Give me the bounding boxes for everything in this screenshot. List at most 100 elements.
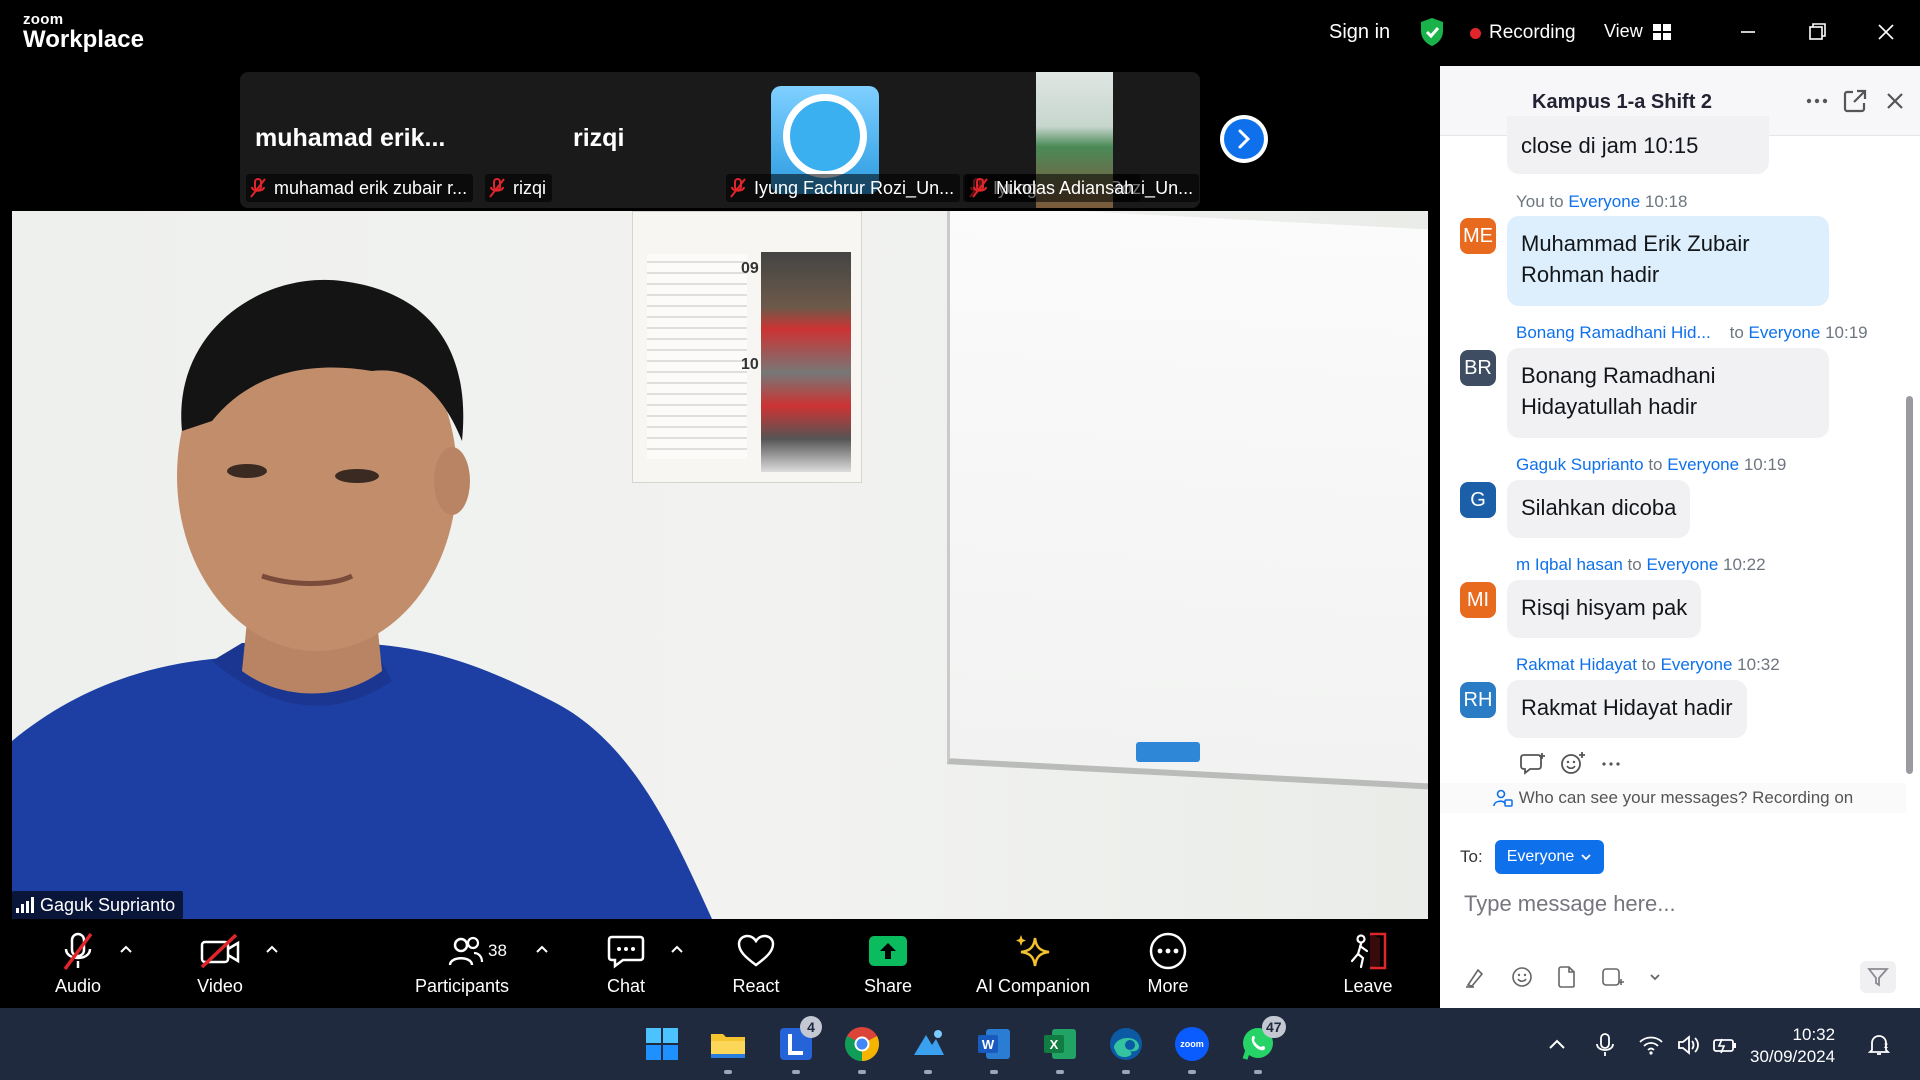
chevron-right-icon [1238,129,1251,149]
close-window-button[interactable] [1866,14,1906,50]
filmstrip-next-button[interactable] [1220,115,1268,163]
volume-icon[interactable] [1676,1032,1702,1058]
avatar[interactable]: BR [1460,350,1496,386]
participants-options-caret-icon[interactable] [534,943,550,955]
clock-time: 10:32 [1792,1025,1836,1044]
message-target[interactable]: Everyone [1568,192,1640,211]
audio-button[interactable]: Audio [50,929,106,997]
taskbar-excel[interactable]: X [1040,1024,1080,1074]
chat-message-bubble[interactable]: Bonang Ramadhani Hidayatullah hadir [1507,348,1829,438]
react-label: React [732,976,780,996]
privacy-text: Who can see your messages? Recording on [1518,788,1854,807]
video-button[interactable]: Video [192,929,248,997]
chat-message-text: Risqi hisyam pak [1521,595,1688,620]
message-sender[interactable]: Gaguk Suprianto [1516,455,1644,474]
chat-message-bubble[interactable]: Silahkan dicoba [1507,480,1691,538]
participants-button[interactable]: Participants [412,929,512,997]
chat-message-bubble[interactable]: close di jam 10:15 [1507,116,1769,174]
privacy-notice[interactable]: Who can see your messages? Recording on [1440,783,1906,813]
restore-button[interactable] [1797,14,1837,50]
participant-tile[interactable]: muhamad erik... muhamad erik zubair r... [240,72,485,208]
video-label: Video [197,976,243,996]
participant-caption: rizqi [485,174,553,202]
chat-message-bubble[interactable]: Risqi hisyam pak [1507,580,1702,638]
windows-logo-icon [646,1028,678,1060]
more-actions-icon[interactable] [1600,751,1622,775]
chat-message-bubble[interactable]: Rakmat Hidayat hadir [1507,680,1747,738]
taskbar-whatsapp[interactable]: 47 [1238,1016,1286,1074]
message-sender[interactable]: m Iqbal hasan [1516,555,1623,574]
grid-view-icon [1652,23,1671,40]
taskbar-zoom[interactable]: zoom [1172,1024,1212,1074]
taskbar-word[interactable]: W [974,1024,1014,1074]
logo-small-text: zoom [23,11,64,28]
chat-message-meta: m Iqbal hasan to Everyone 10:22 [1516,555,1766,575]
leave-button[interactable]: Leave [1340,929,1396,997]
view-button[interactable]: View [1604,21,1671,42]
minimize-button[interactable] [1728,14,1768,50]
battery-icon[interactable] [1712,1032,1738,1058]
audio-options-caret-icon[interactable] [118,943,134,955]
pop-out-icon[interactable] [1842,88,1868,114]
zoom-logo: zoom Workplace [23,12,144,52]
react-button[interactable]: React [726,929,786,997]
message-time: 10:19 [1743,455,1787,474]
wifi-icon[interactable] [1638,1032,1664,1058]
active-speaker-video[interactable]: 09 10 [12,211,1428,919]
taskbar-clock[interactable]: 10:32 30/09/2024 [1750,1024,1835,1068]
taskbar-photos[interactable] [908,1024,948,1074]
avatar[interactable]: MI [1460,582,1496,618]
message-sender[interactable]: Rakmat Hidayat [1516,655,1637,674]
participant-tile[interactable]: rizqi rizqi [485,72,725,208]
screenshot-icon[interactable] [1600,965,1626,989]
avatar[interactable]: G [1460,482,1496,518]
start-button[interactable] [642,1024,682,1064]
avatar[interactable]: ME [1460,218,1496,254]
video-options-caret-icon[interactable] [264,943,280,955]
taskbar-chrome[interactable] [842,1024,882,1074]
share-button[interactable]: Share [858,929,918,997]
message-to-word: to [1549,192,1564,211]
recipient-value: Everyone [1506,848,1575,865]
chat-message-text: Hidayatullah hadir [1521,394,1698,419]
taskbar-edge[interactable] [1106,1024,1146,1074]
message-input[interactable] [1464,884,1894,924]
send-button[interactable] [1860,961,1896,993]
close-chat-icon[interactable] [1882,88,1908,114]
message-target[interactable]: Everyone [1667,455,1739,474]
taskbar-lync-app[interactable]: 4 [776,1016,822,1074]
chat-options-caret-icon[interactable] [669,943,685,955]
avatar[interactable]: RH [1460,682,1496,718]
whiteboard-eraser [1136,742,1200,762]
more-options-icon[interactable] [1804,88,1830,114]
speaker-name: Gaguk Suprianto [40,894,176,915]
chat-message-meta: Bonang Ramadhani Hid... to Everyone 10:1… [1516,323,1868,343]
format-text-icon[interactable] [1464,966,1488,988]
more-button[interactable]: More [1140,929,1196,997]
notifications-bell-icon[interactable]: z [1866,1032,1892,1058]
chat-button[interactable]: Chat [598,929,654,997]
ai-companion-button[interactable]: AI Companion [972,929,1094,997]
file-icon[interactable] [1556,965,1578,989]
chat-scrollbar[interactable] [1906,396,1913,774]
encryption-shield-icon[interactable] [1419,17,1445,47]
recipient-dropdown[interactable]: Everyone [1494,840,1605,874]
chat-message-text: Silahkan dicoba [1521,495,1677,520]
recording-indicator[interactable]: Recording [1470,22,1576,44]
taskbar-file-explorer[interactable] [708,1024,748,1074]
emoji-icon[interactable] [1510,965,1534,989]
show-hidden-icons-chevron-icon[interactable] [1544,1032,1570,1058]
sign-in-link[interactable]: Sign in [1329,21,1390,44]
message-target[interactable]: Everyone [1646,555,1718,574]
more-label: More [1147,976,1189,996]
chevron-down-icon[interactable] [1648,971,1662,983]
reply-thread-icon[interactable] [1520,751,1546,775]
message-sender[interactable]: Bonang Ramadhani Hid... [1516,323,1711,342]
svg-text:W: W [982,1037,995,1052]
add-reaction-icon[interactable] [1560,751,1586,775]
microphone-icon[interactable] [1592,1032,1618,1058]
ai-companion-label: AI Companion [975,976,1091,996]
chat-message-bubble[interactable]: Muhammad Erik Zubair Rohman hadir [1507,216,1829,306]
message-target[interactable]: Everyone [1749,323,1821,342]
message-target[interactable]: Everyone [1661,655,1733,674]
